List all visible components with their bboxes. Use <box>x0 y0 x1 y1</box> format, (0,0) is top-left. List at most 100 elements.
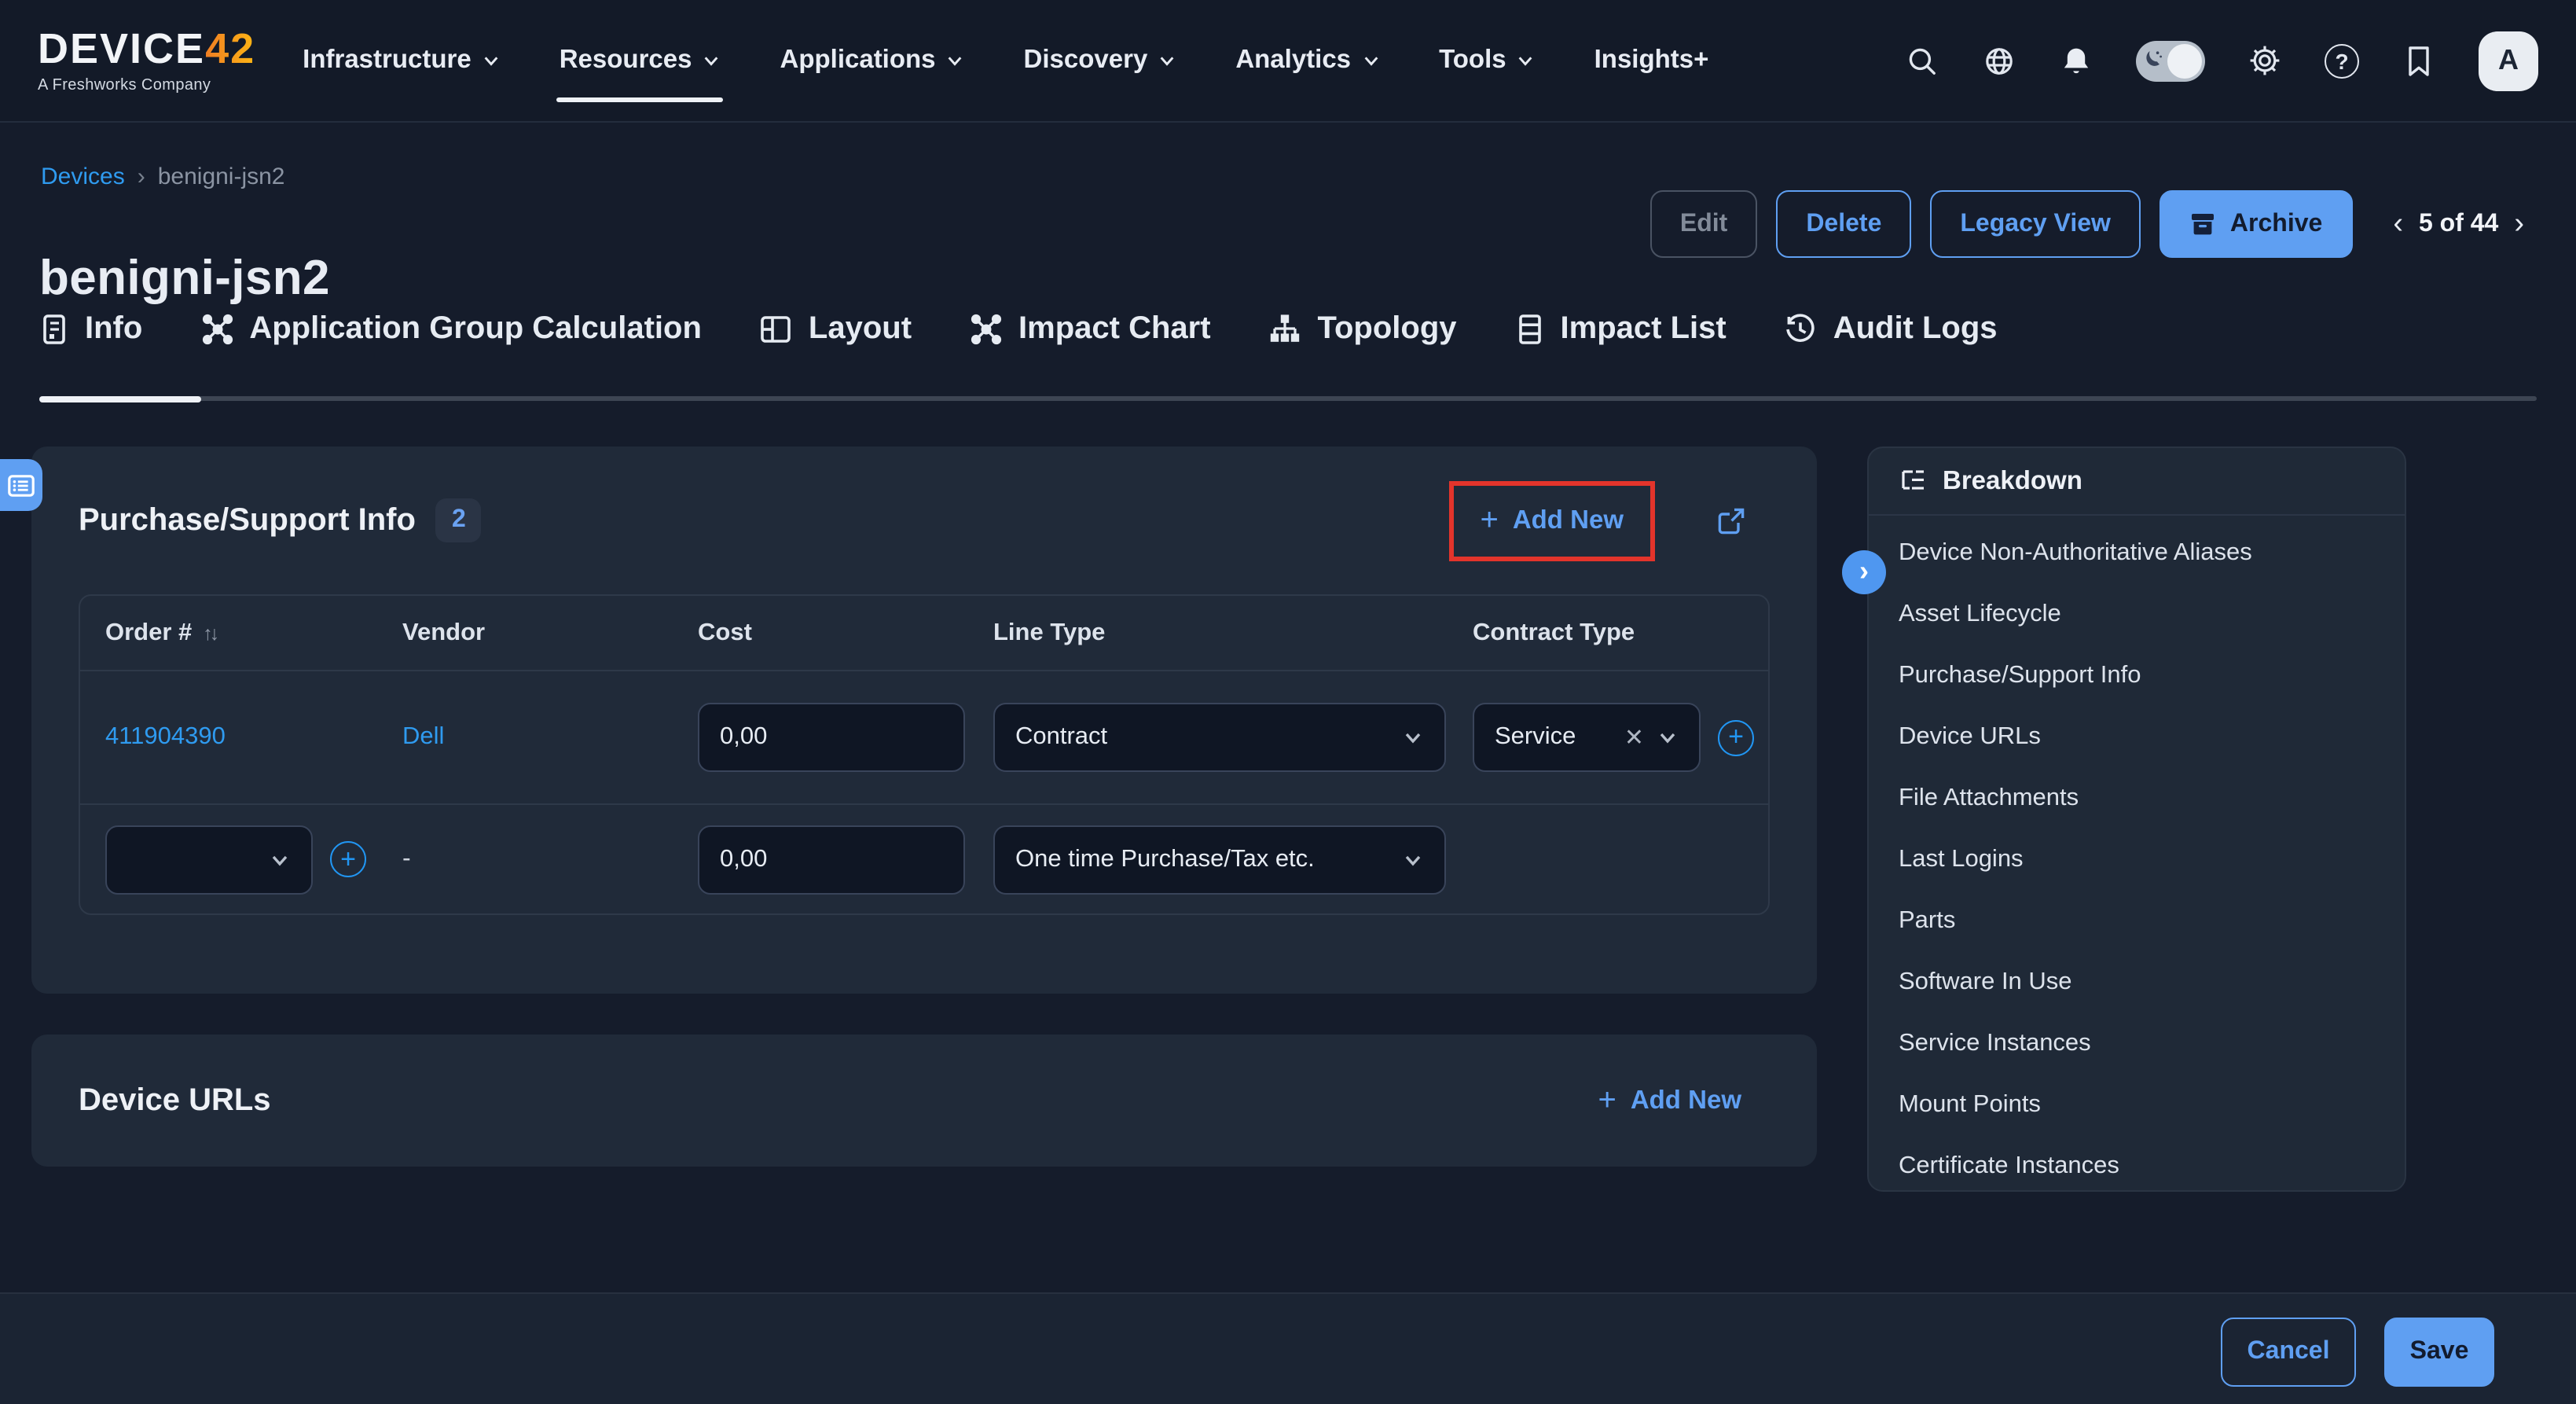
settings-gear-icon[interactable] <box>2248 43 2282 78</box>
breakdown-item-device-urls[interactable]: Device URLs <box>1899 706 2375 767</box>
column-order[interactable]: Order # <box>105 619 192 645</box>
plus-icon: + <box>1480 502 1498 538</box>
breakdown-item-parts[interactable]: Parts <box>1899 890 2375 951</box>
breakdown-title: Breakdown <box>1943 466 2082 496</box>
breadcrumb-current: benigni-jsn2 <box>158 164 285 190</box>
nav-utilities: ? A <box>1905 31 2538 90</box>
save-button[interactable]: Save <box>2384 1318 2494 1387</box>
column-cost: Cost <box>698 619 993 647</box>
section-nav-flyout-tab[interactable] <box>0 459 42 511</box>
chevron-down-icon <box>1657 726 1679 748</box>
purchase-row-2: + - One time Purchase/Tax etc. <box>80 805 1768 913</box>
tab-audit-logs[interactable]: Audit Logs <box>1785 311 1998 347</box>
cost-input[interactable] <box>698 825 965 894</box>
cancel-button[interactable]: Cancel <box>2221 1318 2356 1387</box>
contract-type-select[interactable]: Service ✕ <box>1473 703 1701 772</box>
tab-topology[interactable]: Topology <box>1269 311 1457 347</box>
app-group-icon <box>200 313 233 346</box>
order-number-link[interactable]: 411904390 <box>105 723 226 750</box>
chevron-down-icon <box>703 52 721 69</box>
tab-application-group-calculation[interactable]: Application Group Calculation <box>200 311 702 347</box>
prev-device-icon[interactable]: ‹ <box>2393 207 2403 241</box>
archive-icon <box>2189 211 2216 237</box>
chevron-down-icon <box>483 52 500 69</box>
column-line-type: Line Type <box>993 619 1473 647</box>
open-external-icon[interactable] <box>1713 503 1748 538</box>
column-contract-type: Contract Type <box>1473 619 1771 647</box>
nav-item-applications[interactable]: Applications <box>780 46 964 75</box>
theme-toggle[interactable] <box>2136 40 2205 81</box>
tab-impact-list[interactable]: Impact List <box>1515 311 1727 347</box>
breakdown-item-device-non-authoritative-aliases[interactable]: Device Non-Authoritative Aliases <box>1899 522 2375 583</box>
purchase-count-badge: 2 <box>436 498 482 542</box>
breakdown-tree-icon <box>1899 469 1927 494</box>
archive-button[interactable]: Archive <box>2160 190 2352 258</box>
plus-icon: + <box>1598 1082 1616 1119</box>
edit-button[interactable]: Edit <box>1650 190 1757 258</box>
breadcrumb-separator: › <box>138 164 145 190</box>
globe-icon[interactable] <box>1982 43 2016 78</box>
help-icon[interactable]: ? <box>2325 43 2359 78</box>
purchase-add-new-button[interactable]: + Add New <box>1480 502 1624 538</box>
device42-logo[interactable]: DEVICE42 A Freshworks Company <box>38 28 255 94</box>
impact-chart-icon <box>970 313 1003 346</box>
delete-button[interactable]: Delete <box>1776 190 1911 258</box>
device42-app: DEVICE42 A Freshworks Company Infrastruc… <box>0 0 2576 1404</box>
legacy-view-button[interactable]: Legacy View <box>1930 190 2141 258</box>
breadcrumb: Devices › benigni-jsn2 <box>41 164 285 190</box>
annotation-highlight-box: + Add New <box>1448 480 1655 560</box>
tab-layout[interactable]: Layout <box>760 311 912 347</box>
chevron-down-icon <box>1517 52 1535 69</box>
add-order-icon[interactable]: + <box>330 841 366 877</box>
breakdown-item-purchase-support-info[interactable]: Purchase/Support Info <box>1899 645 2375 706</box>
purchase-section-header: Purchase/Support Info 2 + Add New <box>31 447 1817 594</box>
user-avatar[interactable]: A <box>2479 31 2538 90</box>
tab-impact-chart[interactable]: Impact Chart <box>970 311 1211 347</box>
document-icon <box>39 313 69 346</box>
breadcrumb-devices-link[interactable]: Devices <box>41 164 125 190</box>
device-urls-add-new-button[interactable]: + Add New <box>1598 1082 1741 1119</box>
logo-text-accent: 42 <box>205 24 255 72</box>
nav-item-discovery[interactable]: Discovery <box>1024 46 1176 75</box>
chevron-down-icon <box>947 52 964 69</box>
breakdown-item-asset-lifecycle[interactable]: Asset Lifecycle <box>1899 583 2375 645</box>
notifications-bell-icon[interactable] <box>2059 43 2093 78</box>
line-type-select[interactable]: Contract <box>993 703 1446 772</box>
column-vendor: Vendor <box>402 619 698 647</box>
vendor-link[interactable]: Dell <box>402 723 444 750</box>
logo-tagline: A Freshworks Company <box>38 78 255 94</box>
nav-item-insights[interactable]: Insights+ <box>1594 46 1709 75</box>
list-icon <box>8 474 35 496</box>
vendor-empty-value: - <box>402 845 411 872</box>
next-device-icon[interactable]: › <box>2514 207 2524 241</box>
bookmark-icon[interactable] <box>2402 43 2436 78</box>
breakdown-item-software-in-use[interactable]: Software In Use <box>1899 951 2375 1013</box>
moon-icon <box>2142 48 2163 68</box>
toggle-knob <box>2167 43 2202 78</box>
remove-tag-icon[interactable]: ✕ <box>1624 723 1644 752</box>
nav-item-resources[interactable]: Resources <box>560 46 721 75</box>
tab-info[interactable]: Info <box>39 311 142 347</box>
order-select[interactable] <box>105 825 313 894</box>
line-type-select[interactable]: One time Purchase/Tax etc. <box>993 825 1446 894</box>
chevron-down-icon <box>1362 52 1379 69</box>
logo-text-main: DEVICE <box>38 24 205 72</box>
cost-input[interactable] <box>698 703 965 772</box>
breakdown-item-mount-points[interactable]: Mount Points <box>1899 1074 2375 1135</box>
search-icon[interactable] <box>1905 43 1939 78</box>
breakdown-item-certificate-instances[interactable]: Certificate Instances <box>1899 1135 2375 1196</box>
breakdown-item-service-instances[interactable]: Service Instances <box>1899 1013 2375 1074</box>
breakdown-item-file-attachments[interactable]: File Attachments <box>1899 767 2375 829</box>
nav-item-analytics[interactable]: Analytics <box>1235 46 1379 75</box>
save-bar: Cancel Save <box>0 1292 2576 1404</box>
purchase-row-1: 411904390 Dell Contract Service ✕ + <box>80 671 1768 805</box>
device-pagination: ‹ 5 of 44 › <box>2393 207 2524 241</box>
nav-item-infrastructure[interactable]: Infrastructure <box>303 46 500 75</box>
sidebar-expand-button[interactable]: › <box>1842 550 1886 594</box>
page-title: benigni-jsn2 <box>39 250 330 307</box>
breakdown-item-last-logins[interactable]: Last Logins <box>1899 829 2375 890</box>
nav-item-tools[interactable]: Tools <box>1439 46 1535 75</box>
sort-icon[interactable]: ↑↓ <box>203 622 216 644</box>
add-contract-type-icon[interactable]: + <box>1718 719 1754 755</box>
pagination-label: 5 of 44 <box>2419 210 2498 238</box>
